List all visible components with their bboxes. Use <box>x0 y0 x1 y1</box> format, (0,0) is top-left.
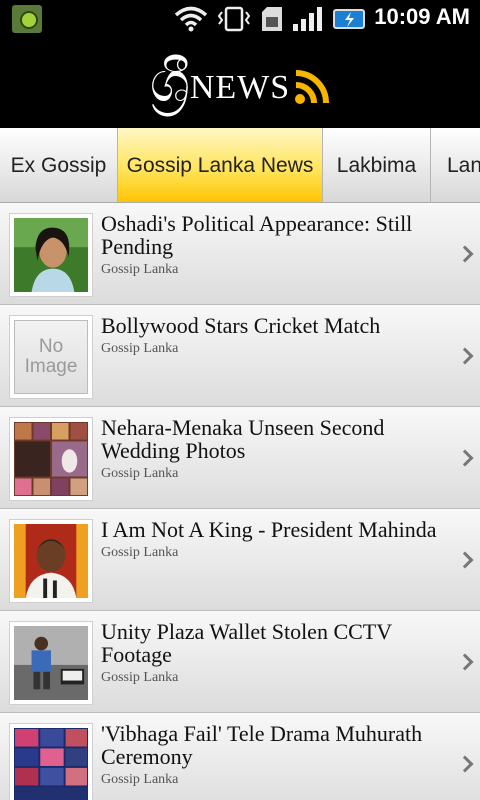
tab-lakbima[interactable]: Lakbima <box>323 128 431 202</box>
logo-text: NEWS <box>189 69 291 106</box>
wifi-icon <box>174 6 208 32</box>
article-thumbnail <box>9 213 93 297</box>
app-logo: ශ්‍රී NEWS <box>150 55 330 111</box>
tab-ex-gossip[interactable]: Ex Gossip <box>0 128 118 202</box>
article-title: Oshadi's Political Appearance: Still Pen… <box>101 212 446 278</box>
article-thumbnail <box>9 723 93 800</box>
app-header: ශ්‍රී NEWS <box>0 38 480 128</box>
article-title: 'Vibhaga Fail' Tele Drama Muhurath Cerem… <box>101 722 446 788</box>
vibrate-icon <box>217 6 251 32</box>
cctv-image <box>14 626 88 700</box>
article-thumbnail: No Image <box>9 315 93 399</box>
android-notification-icon[interactable] <box>12 5 42 33</box>
chevron-right-icon <box>456 551 474 568</box>
article-title: Nehara-Menaka Unseen Second Wedding Phot… <box>101 416 446 482</box>
tab-lanka[interactable]: Lan <box>431 128 480 202</box>
list-item[interactable]: Oshadi's Political Appearance: Still Pen… <box>0 203 480 305</box>
article-source: Gossip Lanka <box>101 545 179 560</box>
article-title: Unity Plaza Wallet Stolen CCTV Footage G… <box>101 620 446 686</box>
status-icons <box>174 5 368 33</box>
list-item[interactable]: Nehara-Menaka Unseen Second Wedding Phot… <box>0 407 480 509</box>
chevron-right-icon <box>456 755 474 772</box>
tab-gossip-lanka-news[interactable]: Gossip Lanka News <box>118 128 323 202</box>
list-item[interactable]: Unity Plaza Wallet Stolen CCTV Footage G… <box>0 611 480 713</box>
list-item[interactable]: 'Vibhaga Fail' Tele Drama Muhurath Cerem… <box>0 713 480 800</box>
signal-strength-icon <box>293 7 322 31</box>
category-tabs: Ex Gossip Gossip Lanka News Lakbima Lan <box>0 128 480 203</box>
article-source: Gossip Lanka <box>101 341 179 356</box>
portrait-image <box>14 218 88 292</box>
article-source: Gossip Lanka <box>101 772 179 787</box>
battery-charging-icon <box>333 9 365 29</box>
clock: 10:09 AM <box>374 4 470 29</box>
list-item[interactable]: I Am Not A King - President Mahinda Goss… <box>0 509 480 611</box>
article-source: Gossip Lanka <box>101 670 179 685</box>
article-thumbnail <box>9 519 93 603</box>
article-thumbnail <box>9 417 93 501</box>
article-title: I Am Not A King - President Mahinda Goss… <box>101 518 446 561</box>
rss-icon <box>295 70 330 104</box>
logo-glyph: ශ්‍රී <box>149 50 190 115</box>
chevron-right-icon <box>456 347 474 364</box>
sim-card-icon <box>262 7 282 31</box>
chevron-right-icon <box>456 653 474 670</box>
article-title: Bollywood Stars Cricket Match Gossip Lan… <box>101 314 446 357</box>
wedding-collage-image <box>14 422 88 496</box>
president-image <box>14 524 88 598</box>
article-list: Oshadi's Political Appearance: Still Pen… <box>0 203 480 800</box>
chevron-right-icon <box>456 449 474 466</box>
status-bar: 10:09 AM <box>0 0 480 38</box>
ceremony-collage-image <box>14 728 88 800</box>
article-thumbnail <box>9 621 93 705</box>
article-source: Gossip Lanka <box>101 262 179 277</box>
chevron-right-icon <box>456 245 474 262</box>
list-item[interactable]: No Image Bollywood Stars Cricket Match Go… <box>0 305 480 407</box>
no-image-placeholder: No Image <box>14 320 88 394</box>
article-source: Gossip Lanka <box>101 466 179 481</box>
